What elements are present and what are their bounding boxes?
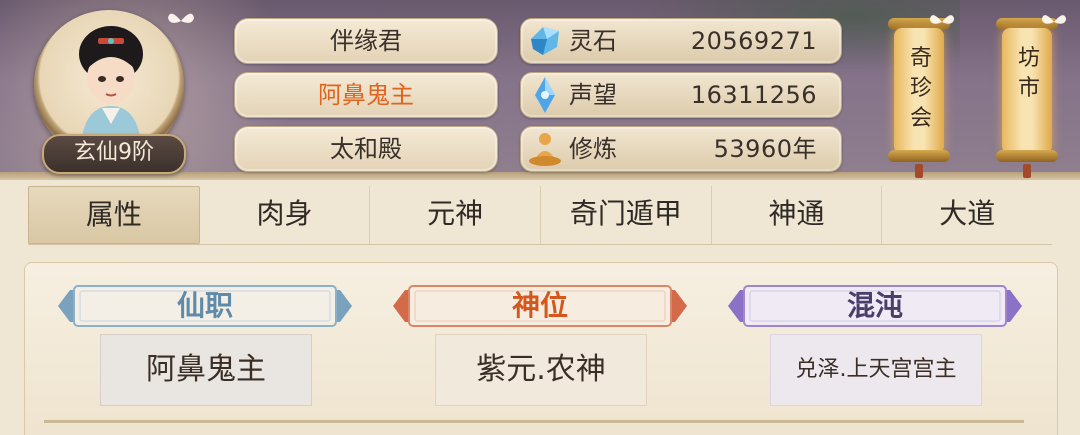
companion-name-plate[interactable]: 伴缘君 xyxy=(234,18,498,64)
card-title: 混沌 xyxy=(846,289,903,322)
lantern-cap xyxy=(996,150,1058,162)
hall-name-plate[interactable]: 太和殿 xyxy=(234,126,498,172)
tab-attributes[interactable]: 属性 xyxy=(28,186,200,244)
card-value: 紫元.农神 xyxy=(435,334,647,406)
divine-rank-card: 神位 紫元.农神 xyxy=(385,280,695,410)
card-value: 阿鼻鬼主 xyxy=(100,334,312,406)
prestige-crystal-icon xyxy=(535,77,555,113)
tab-soul[interactable]: 元神 xyxy=(370,186,542,244)
title-name-plate[interactable]: 阿鼻鬼主 xyxy=(234,72,498,118)
card-title: 仙职 xyxy=(176,289,233,322)
resource-cultivation: 修炼 53960年 xyxy=(520,126,842,172)
resource-value: 16311256 xyxy=(690,81,817,109)
butterfly-icon xyxy=(168,13,194,23)
immortal-office-card: 仙职 阿鼻鬼主 xyxy=(50,280,360,410)
chaos-card: 混沌 兑泽.上天宫宫主 xyxy=(720,280,1030,410)
resource-value: 20569271 xyxy=(690,27,817,55)
butterfly-icon xyxy=(929,15,955,24)
player-avatar[interactable]: 玄仙9阶 xyxy=(28,6,194,174)
tab-body[interactable]: 肉身 xyxy=(200,186,371,244)
realm-level-badge: 玄仙9阶 xyxy=(42,134,186,174)
lantern-tassel xyxy=(1023,164,1031,178)
resource-prestige: 声望 16311256 xyxy=(520,72,842,118)
lantern-label: 奇珍会 xyxy=(909,46,932,131)
lantern-label: 坊市 xyxy=(1017,46,1040,101)
card-title: 神位 xyxy=(511,289,568,322)
tab-great-dao[interactable]: 大道 xyxy=(882,186,1052,244)
avatar-portrait xyxy=(79,26,143,136)
resource-label: 灵石 xyxy=(569,27,617,55)
tab-divine-powers[interactable]: 神通 xyxy=(712,186,883,244)
lantern-market[interactable]: 坊市 xyxy=(996,18,1058,178)
resource-label: 声望 xyxy=(569,81,617,109)
attribute-tab-bar: 属性 肉身 元神 奇门遁甲 神通 大道 xyxy=(28,186,1052,245)
resource-value: 53960年 xyxy=(713,135,817,163)
lantern-tassel xyxy=(915,164,923,178)
spirit-stone-icon xyxy=(531,27,559,55)
butterfly-icon xyxy=(1041,15,1067,24)
resource-label: 修炼 xyxy=(569,135,617,163)
meditation-icon xyxy=(529,133,561,166)
panel-divider xyxy=(44,420,1024,423)
lantern-treasure-fair[interactable]: 奇珍会 xyxy=(888,18,950,178)
lantern-cap xyxy=(888,150,950,162)
resource-spirit-stone: 灵石 20569271 xyxy=(520,18,842,64)
card-value: 兑泽.上天宫宫主 xyxy=(770,334,982,406)
tab-qimen-dunjia[interactable]: 奇门遁甲 xyxy=(541,186,712,244)
